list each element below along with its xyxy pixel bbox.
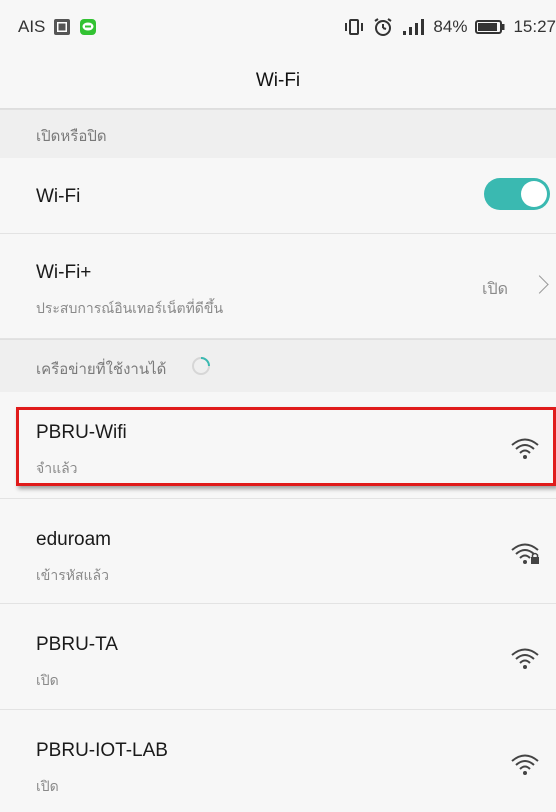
status-bar: AIS 84% 15:27 (0, 0, 556, 56)
toggle-knob (521, 181, 547, 207)
network-status: เปิด (36, 778, 59, 794)
network-name: PBRU-IOT-LAB (36, 740, 168, 761)
wifi-plus-subtitle: ประสบการณ์อินเทอร์เน็ตที่ดีขึ้น (36, 300, 224, 316)
page-title: Wi-Fi (255, 70, 301, 91)
vibrate-icon (345, 19, 364, 35)
network-item[interactable]: eduroam เข้ารหัสแล้ว (0, 499, 556, 604)
alarm-icon (374, 18, 392, 36)
section-label: เปิดหรือปิด (36, 128, 107, 145)
highlight-box (16, 407, 556, 486)
network-name: PBRU-TA (36, 634, 118, 655)
wifi-locked-signal-icon (511, 543, 539, 564)
section-header-available: เครือข่ายที่ใช้งานได้ (0, 339, 556, 393)
loading-spinner-icon (192, 357, 210, 375)
wifi-plus-row[interactable]: Wi-Fi+ ประสบการณ์อินเทอร์เน็ตที่ดีขึ้น เ… (0, 234, 556, 339)
signal-icon (403, 19, 425, 35)
status-bar-right: 84% 15:27 (343, 17, 556, 37)
image-notification-icon (54, 19, 71, 35)
battery-percent: 84% (433, 17, 468, 36)
wifi-toggle-row[interactable]: Wi-Fi (0, 158, 556, 234)
status-bar-left: AIS (18, 17, 97, 37)
wifi-signal-icon (511, 648, 539, 669)
clock: 15:27 (513, 17, 556, 36)
carrier-label: AIS (18, 17, 46, 36)
network-name: eduroam (36, 529, 111, 550)
wifi-plus-value: เปิด (482, 281, 509, 298)
network-status: เข้ารหัสแล้ว (36, 567, 109, 583)
network-item[interactable]: PBRU-TA เปิด (0, 604, 556, 710)
line-app-icon (80, 19, 97, 35)
battery-icon (475, 20, 505, 34)
section-header-onoff: เปิดหรือปิด (0, 109, 556, 159)
app-bar: Wi-Fi (0, 56, 556, 109)
wifi-toggle-label: Wi-Fi (36, 186, 81, 207)
network-status: เปิด (36, 672, 59, 688)
wifi-plus-label: Wi-Fi+ (36, 262, 92, 283)
network-item[interactable]: PBRU-IOT-LAB เปิด (0, 710, 556, 812)
wifi-signal-icon (511, 754, 539, 775)
section-label: เครือข่ายที่ใช้งานได้ (36, 361, 167, 378)
wifi-toggle-switch[interactable] (484, 178, 550, 210)
